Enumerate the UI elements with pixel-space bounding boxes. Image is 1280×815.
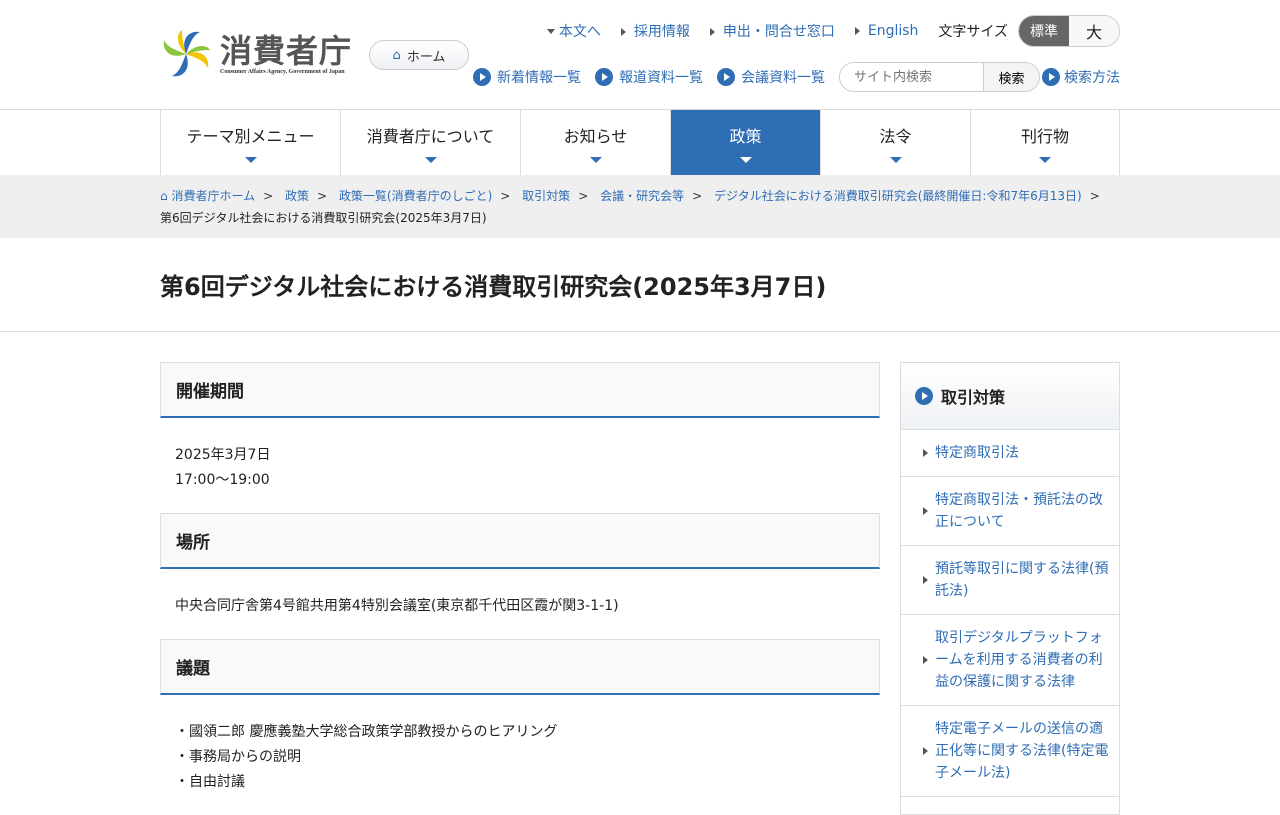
agenda-item: ・自由討議 (175, 774, 245, 790)
meeting-date: 2025年3月7日 (175, 447, 271, 463)
agenda-item: ・國領二郎 慶應義塾大学総合政策学部教授からのヒアリング (175, 724, 558, 740)
site-search: 検索 (839, 62, 1040, 92)
recruit-link[interactable]: 採用情報 (621, 21, 690, 41)
section-heading: 場所 (160, 513, 880, 569)
arrow-circle-icon (595, 68, 613, 86)
arrow-circle-icon (915, 387, 933, 405)
sidebar: 取引対策 特定商取引法 特定商取引法・預託法の改正について 預託等取引に関する法… (900, 362, 1120, 815)
breadcrumb-current: 第6回デジタル社会における消費取引研究会(2025年3月7日) (160, 211, 487, 225)
search-button[interactable]: 検索 (983, 63, 1039, 91)
contact-link[interactable]: 申出・問合せ窓口 (710, 21, 835, 41)
sidebar-heading: 取引対策 (901, 363, 1119, 430)
home-button[interactable]: ⌂ ホーム (369, 40, 469, 70)
font-large-button[interactable]: 大 (1069, 16, 1119, 46)
secondary-links: 新着情報一覧 報道資料一覧 会議資料一覧 検索 検索方法 (473, 62, 1120, 92)
global-nav: テーマ別メニュー 消費者庁について お知らせ 政策 法令 刊行物 (160, 110, 1120, 175)
font-size-toggle: 標準 大 (1018, 15, 1120, 47)
breadcrumb-link[interactable]: 取引対策 (522, 189, 570, 203)
agenda-item: ・事務局からの説明 (175, 749, 301, 765)
press-list-link[interactable]: 報道資料一覧 (595, 67, 703, 87)
nav-about[interactable]: 消費者庁について (340, 110, 520, 175)
home-label: ホーム (406, 49, 446, 65)
font-standard-button[interactable]: 標準 (1019, 16, 1069, 46)
sidebar-link[interactable]: 預託等取引に関する法律(預託法) (901, 546, 1119, 615)
breadcrumb-link[interactable]: 政策一覧(消費者庁のしごと) (339, 189, 492, 203)
sidebar-link[interactable]: 取引デジタルプラットフォームを利用する消費者の利益の保護に関する法律 (901, 615, 1119, 706)
logo[interactable]: 消費者庁 Consumer Affairs Agency, Government… (160, 28, 352, 80)
site-header: 消費者庁 Consumer Affairs Agency, Government… (0, 0, 1280, 110)
news-list-link[interactable]: 新着情報一覧 (473, 67, 581, 87)
breadcrumb: ⌂ 消費者庁ホーム > 政策 > 政策一覧(消費者庁のしごと) > 取引対策 > 会議・… (0, 175, 1280, 238)
breadcrumb-link[interactable]: 会議・研究会等 (600, 189, 684, 203)
page-title: 第6回デジタル社会における消費取引研究会(2025年3月7日) (160, 273, 827, 301)
nav-laws[interactable]: 法令 (820, 110, 970, 175)
meeting-place: 中央合同庁舎第4号館共用第4特別会議室(東京都千代田区霞が関3-1-1) (175, 598, 619, 614)
skip-to-content-link[interactable]: 本文へ (547, 21, 601, 41)
meeting-time: 17:00～19:00 (175, 472, 270, 488)
home-icon: ⌂ (392, 47, 401, 63)
logo-pinwheel-icon (163, 30, 210, 77)
breadcrumb-link[interactable]: デジタル社会における消費取引研究会(最終開催日:令和7年6月13日) (714, 189, 1082, 203)
search-help-link[interactable]: 検索方法 (1042, 67, 1120, 87)
meeting-list-link[interactable]: 会議資料一覧 (717, 67, 825, 87)
home-icon: ⌂ (160, 189, 168, 203)
main-content: 開催期間 2025年3月7日 17:00～19:00 場所 中央合同庁舎第4号館共… (160, 362, 880, 815)
section-heading: 議題 (160, 639, 880, 695)
arrow-circle-icon (1042, 68, 1060, 86)
sidebar-link[interactable]: 特定商取引法・預託法の改正について (901, 477, 1119, 546)
nav-publications[interactable]: 刊行物 (970, 110, 1120, 175)
breadcrumb-link[interactable]: 消費者庁ホーム (171, 189, 255, 203)
arrow-circle-icon (473, 68, 491, 86)
logo-subtitle: Consumer Affairs Agency, Government of J… (220, 69, 345, 75)
nav-theme-menu[interactable]: テーマ別メニュー (160, 110, 340, 175)
nav-news[interactable]: お知らせ (520, 110, 670, 175)
sidebar-link[interactable]: 特定商取引法 (901, 430, 1119, 477)
english-link[interactable]: English (855, 23, 919, 39)
sidebar-link[interactable]: 特定電子メールの送信の適正化等に関する法律(特定電子メール法) (901, 706, 1119, 797)
logo-text: 消費者庁 (220, 32, 353, 70)
section-heading: 開催期間 (160, 362, 880, 418)
arrow-circle-icon (717, 68, 735, 86)
breadcrumb-link[interactable]: 政策 (285, 189, 309, 203)
nav-policy[interactable]: 政策 (670, 110, 820, 175)
utility-links: 本文へ 採用情報 申出・問合せ窓口 English 文字サイズ 標準 大 (547, 15, 1120, 47)
search-input[interactable] (840, 63, 983, 91)
font-size-label: 文字サイズ (938, 24, 1008, 40)
